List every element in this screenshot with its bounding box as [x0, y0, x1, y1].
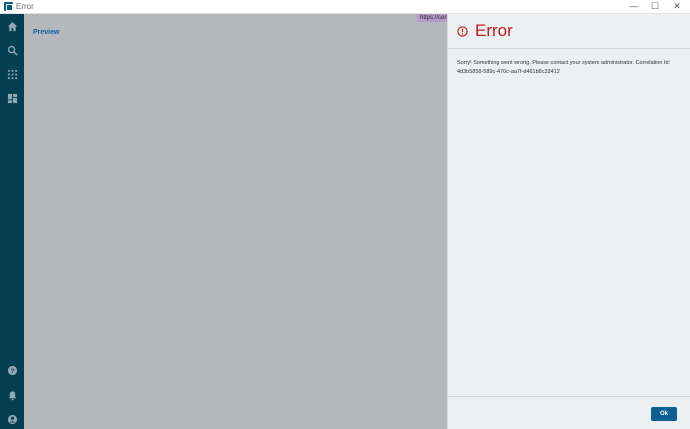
bell-icon — [8, 390, 16, 400]
search-icon — [7, 45, 18, 56]
error-icon — [457, 26, 468, 37]
user-icon — [7, 414, 17, 424]
sidebar: ? — [0, 14, 24, 429]
home-icon — [7, 21, 17, 31]
window-titlebar: Error — ☐ ✕ — [0, 0, 690, 14]
error-dialog: Error Sorry! Something went wrong. Pleas… — [447, 14, 690, 429]
svg-text:?: ? — [10, 367, 14, 374]
app-icon — [4, 2, 13, 11]
sidebar-home-button[interactable] — [0, 14, 24, 38]
ok-button[interactable]: Ok — [651, 407, 677, 421]
maximize-button[interactable]: ☐ — [643, 0, 667, 14]
window-title: Error — [16, 2, 34, 11]
sidebar-apps-button[interactable] — [0, 62, 24, 86]
help-icon: ? — [7, 365, 17, 375]
error-message: Sorry! Something went wrong. Please cont… — [457, 60, 671, 75]
dashboard-icon — [7, 93, 17, 103]
preview-area: Preview https://cen — [24, 14, 447, 429]
sidebar-help-button[interactable]: ? — [0, 358, 24, 382]
url-chip: https://cen — [417, 14, 447, 22]
footer-divider — [448, 396, 690, 397]
sidebar-dashboard-button[interactable] — [0, 86, 24, 110]
header-divider — [448, 48, 690, 49]
close-button[interactable]: ✕ — [665, 0, 689, 14]
error-title: Error — [475, 21, 513, 40]
sidebar-search-button[interactable] — [0, 38, 24, 62]
sidebar-profile-button[interactable] — [0, 407, 24, 429]
apps-grid-icon — [7, 69, 17, 79]
preview-title: Preview — [33, 29, 60, 36]
sidebar-notifications-button[interactable] — [0, 383, 24, 407]
error-header: Error — [448, 14, 690, 48]
